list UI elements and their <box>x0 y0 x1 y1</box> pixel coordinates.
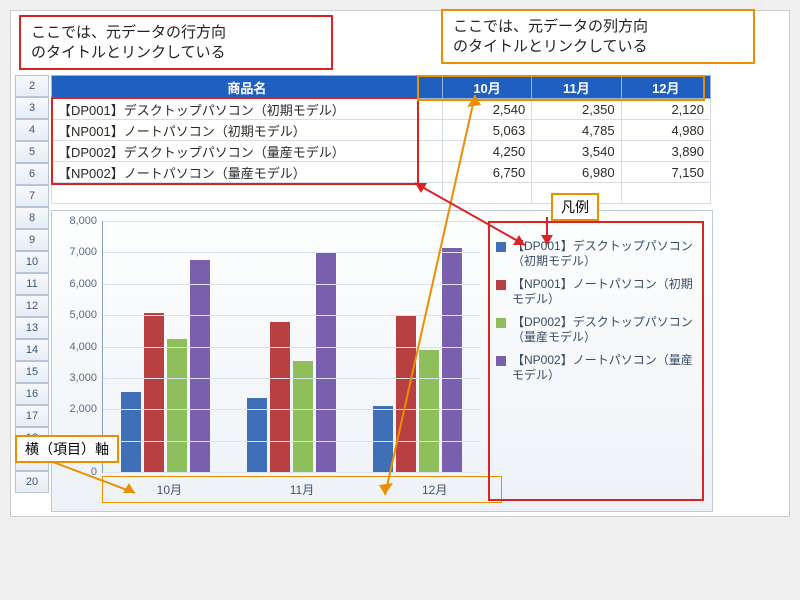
row-header[interactable]: 8 <box>15 207 49 229</box>
legend-item[interactable]: 【NP002】ノートパソコン（量産モデル） <box>496 353 696 383</box>
grid-body: 商品名 10月 11月 12月 【DP001】デスクトップパソコン（初期モデル）… <box>51 75 785 204</box>
row-header[interactable]: 10 <box>15 251 49 273</box>
row-header[interactable]: 17 <box>15 405 49 427</box>
legend-item[interactable]: 【NP001】ノートパソコン（初期モデル） <box>496 277 696 307</box>
cell-empty[interactable] <box>442 183 531 204</box>
bar[interactable] <box>121 392 141 472</box>
cell-empty[interactable] <box>621 183 710 204</box>
callout-col-link: ここでは、元データの列方向 のタイトルとリンクしている <box>441 9 755 64</box>
legend-text: 【NP001】ノートパソコン（初期モデル） <box>512 277 696 307</box>
cell-value[interactable]: 2,540 <box>442 99 531 120</box>
y-tick-label: 7,000 <box>57 246 97 258</box>
chart-plot-area: 01,0002,0003,0004,0005,0006,0007,0008,00… <box>102 221 480 473</box>
container: ここでは、元データの行方向 のタイトルとリンクしている ここでは、元データの列方… <box>10 10 790 517</box>
row-header[interactable]: 4 <box>15 119 49 141</box>
row-header[interactable]: 11 <box>15 273 49 295</box>
legend-text: 【NP002】ノートパソコン（量産モデル） <box>512 353 696 383</box>
bar[interactable] <box>373 406 393 473</box>
y-tick-label: 2,000 <box>57 403 97 415</box>
row-header[interactable]: 2 <box>15 75 49 97</box>
col-month-3[interactable]: 12月 <box>621 76 710 99</box>
row-header[interactable]: 15 <box>15 361 49 383</box>
bar[interactable] <box>419 350 439 472</box>
cell-value[interactable]: 5,063 <box>442 120 531 141</box>
table-row-empty <box>52 183 711 204</box>
row-header[interactable]: 5 <box>15 141 49 163</box>
worksheet: 234567891011121314151617181920 商品名 10月 1… <box>15 75 785 512</box>
bar[interactable] <box>396 316 416 472</box>
table-header-row: 商品名 10月 11月 12月 <box>52 76 711 99</box>
col-month-1[interactable]: 10月 <box>442 76 531 99</box>
cell-value[interactable]: 3,890 <box>621 141 710 162</box>
legend-swatch <box>496 280 506 290</box>
table-row: 【NP001】ノートパソコン（初期モデル）5,0634,7854,980 <box>52 120 711 141</box>
chart[interactable]: 01,0002,0003,0004,0005,0006,0007,0008,00… <box>51 210 713 512</box>
legend-text: 【DP002】デスクトップパソコン（量産モデル） <box>512 315 696 345</box>
data-table: 商品名 10月 11月 12月 【DP001】デスクトップパソコン（初期モデル）… <box>51 75 711 204</box>
row-header[interactable]: 13 <box>15 317 49 339</box>
cell-value[interactable]: 7,150 <box>621 162 710 183</box>
cell-value[interactable]: 4,785 <box>532 120 621 141</box>
cell-value[interactable]: 6,980 <box>532 162 621 183</box>
cell-product-name[interactable]: 【DP001】デスクトップパソコン（初期モデル） <box>52 99 443 120</box>
y-tick-label: 4,000 <box>57 341 97 353</box>
row-headers: 234567891011121314151617181920 <box>15 75 49 493</box>
row-header[interactable]: 20 <box>15 471 49 493</box>
legend-label-callout: 凡例 <box>551 193 599 221</box>
row-header[interactable]: 16 <box>15 383 49 405</box>
cell-value[interactable]: 4,980 <box>621 120 710 141</box>
row-header[interactable]: 14 <box>15 339 49 361</box>
bar[interactable] <box>167 339 187 472</box>
cell-value[interactable]: 6,750 <box>442 162 531 183</box>
legend-item[interactable]: 【DP002】デスクトップパソコン（量産モデル） <box>496 315 696 345</box>
bar[interactable] <box>442 248 462 472</box>
chart-legend: 【DP001】デスクトップパソコン（初期モデル） 【NP001】ノートパソコン（初… <box>488 221 704 501</box>
chart-x-axis: 10月11月12月 <box>102 476 502 503</box>
callout-row-link: ここでは、元データの行方向 のタイトルとリンクしている <box>19 15 333 70</box>
bar[interactable] <box>316 253 336 472</box>
y-tick-label: 3,000 <box>57 372 97 384</box>
y-tick-label: 8,000 <box>57 215 97 227</box>
xaxis-label-callout: 横（項目）軸 <box>15 435 119 463</box>
legend-text: 【DP001】デスクトップパソコン（初期モデル） <box>512 239 696 269</box>
table-row: 【DP002】デスクトップパソコン（量産モデル）4,2503,5403,890 <box>52 141 711 162</box>
cell-value[interactable]: 2,350 <box>532 99 621 120</box>
cell-value[interactable]: 2,120 <box>621 99 710 120</box>
x-tick-label: 12月 <box>368 477 501 502</box>
table-row: 【NP002】ノートパソコン（量産モデル）6,7506,9807,150 <box>52 162 711 183</box>
x-tick-label: 11月 <box>236 477 369 502</box>
table-row: 【DP001】デスクトップパソコン（初期モデル）2,5402,3502,120 <box>52 99 711 120</box>
legend-swatch <box>496 242 506 252</box>
bar[interactable] <box>270 322 290 472</box>
row-header[interactable]: 3 <box>15 97 49 119</box>
col-month-2[interactable]: 11月 <box>532 76 621 99</box>
cell-product-name[interactable]: 【DP002】デスクトップパソコン（量産モデル） <box>52 141 443 162</box>
y-tick-label: 5,000 <box>57 309 97 321</box>
cell-product-name[interactable]: 【NP002】ノートパソコン（量産モデル） <box>52 162 443 183</box>
cell-value[interactable]: 3,540 <box>532 141 621 162</box>
row-header[interactable]: 9 <box>15 229 49 251</box>
row-header[interactable]: 6 <box>15 163 49 185</box>
x-tick-label: 10月 <box>103 477 236 502</box>
legend-swatch <box>496 356 506 366</box>
row-header[interactable]: 7 <box>15 185 49 207</box>
legend-swatch <box>496 318 506 328</box>
col-product-name[interactable]: 商品名 <box>52 76 443 99</box>
cell-value[interactable]: 4,250 <box>442 141 531 162</box>
y-tick-label: 6,000 <box>57 278 97 290</box>
cell-product-name[interactable]: 【NP001】ノートパソコン（初期モデル） <box>52 120 443 141</box>
legend-item[interactable]: 【DP001】デスクトップパソコン（初期モデル） <box>496 239 696 269</box>
bar[interactable] <box>144 313 164 472</box>
cell-empty[interactable] <box>52 183 443 204</box>
y-tick-label: 0 <box>57 466 97 478</box>
row-header[interactable]: 12 <box>15 295 49 317</box>
